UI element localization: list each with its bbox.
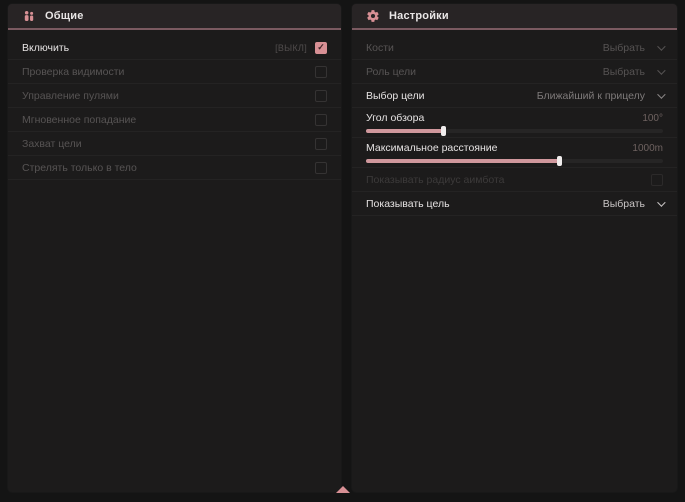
toggle-controls — [315, 90, 327, 102]
slider-row: Максимальное расстояние 1000m — [352, 138, 677, 168]
slider-label: Угол обзора — [366, 112, 424, 124]
toggle-row[interactable]: Управление пулями — [8, 84, 341, 108]
checkbox[interactable] — [315, 138, 327, 150]
dropdown-control: Выбрать — [603, 66, 663, 78]
dropdown-control: Выбрать — [603, 42, 663, 54]
dropdown-control: Выбрать — [603, 198, 663, 210]
toggle-controls — [315, 114, 327, 126]
checkbox-label: Показывать радиус аимбота — [366, 174, 505, 186]
toggle-row[interactable]: Стрелять только в тело — [8, 156, 341, 180]
checkbox[interactable] — [315, 90, 327, 102]
dropdown-label: Роль цели — [366, 66, 416, 78]
keybind-badge[interactable]: [ВЫКЛ] — [275, 43, 307, 53]
dropdown-control: Ближайший к прицелу — [537, 90, 663, 102]
toggle-row[interactable]: Проверка видимости — [8, 60, 341, 84]
checkbox[interactable] — [651, 174, 663, 186]
slider-value: 100° — [642, 113, 663, 124]
dropdown-row[interactable]: Кости Выбрать — [352, 36, 677, 60]
dropdown-label: Показывать цель — [366, 198, 450, 210]
toggle-controls: [ВЫКЛ] ✓ — [275, 42, 327, 54]
users-icon — [21, 9, 36, 24]
checkbox[interactable] — [315, 162, 327, 174]
slider-fill — [366, 129, 443, 133]
settings-panel: Настройки Кости Выбрать Роль цели Выбрать Вы… — [352, 4, 677, 492]
slider-track[interactable] — [366, 159, 663, 163]
toggle-label: Управление пулями — [22, 90, 119, 102]
toggle-label: Мгновенное попадание — [22, 114, 136, 126]
dropdown-row[interactable]: Роль цели Выбрать — [352, 60, 677, 84]
toggle-label: Захват цели — [22, 138, 82, 150]
checkbox-control — [651, 174, 663, 186]
chevron-down-icon[interactable] — [657, 90, 665, 98]
gear-icon — [365, 9, 380, 24]
slider-labels: Угол обзора 100° — [366, 111, 663, 125]
checkbox[interactable] — [315, 66, 327, 78]
toggle-row[interactable]: Включить [ВЫКЛ] ✓ — [8, 36, 341, 60]
up-triangle-icon[interactable] — [336, 486, 350, 493]
dropdown-row[interactable]: Показывать цель Выбрать — [352, 192, 677, 216]
dropdown-label: Выбор цели — [366, 90, 425, 102]
toggle-controls — [315, 138, 327, 150]
toggle-label: Включить — [22, 42, 69, 54]
panel-title: Настройки — [389, 10, 449, 22]
dropdown-value[interactable]: Выбрать — [603, 66, 645, 78]
checkbox[interactable]: ✓ — [315, 42, 327, 54]
slider-row: Угол обзора 100° — [352, 108, 677, 138]
general-rows: Включить [ВЫКЛ] ✓ Проверка видимости Управле… — [8, 30, 341, 180]
slider-value: 1000m — [632, 143, 663, 154]
panel-title: Общие — [45, 10, 84, 22]
dropdown-value[interactable]: Ближайший к прицелу — [537, 90, 645, 102]
settings-rows: Кости Выбрать Роль цели Выбрать Выбор цели Бл… — [352, 30, 677, 216]
toggle-row[interactable]: Мгновенное попадание — [8, 108, 341, 132]
chevron-down-icon[interactable] — [657, 198, 665, 206]
general-panel: Общие Включить [ВЫКЛ] ✓ Проверка видимости У… — [8, 4, 341, 492]
chevron-down-icon[interactable] — [657, 66, 665, 74]
dropdown-value[interactable]: Выбрать — [603, 198, 645, 210]
slider-handle[interactable] — [441, 126, 446, 136]
toggle-label: Стрелять только в тело — [22, 162, 137, 174]
settings-panel-header: Настройки — [352, 4, 677, 30]
slider-handle[interactable] — [557, 156, 562, 166]
general-panel-header: Общие — [8, 4, 341, 30]
slider-labels: Максимальное расстояние 1000m — [366, 141, 663, 155]
slider-fill — [366, 159, 559, 163]
chevron-down-icon[interactable] — [657, 42, 665, 50]
dropdown-row[interactable]: Выбор цели Ближайший к прицелу — [352, 84, 677, 108]
toggle-controls — [315, 162, 327, 174]
toggle-controls — [315, 66, 327, 78]
toggle-label: Проверка видимости — [22, 66, 124, 78]
dropdown-value[interactable]: Выбрать — [603, 42, 645, 54]
slider-label: Максимальное расстояние — [366, 142, 497, 154]
slider-track[interactable] — [366, 129, 663, 133]
dropdown-label: Кости — [366, 42, 394, 54]
checkbox-row[interactable]: Показывать радиус аимбота — [352, 168, 677, 192]
checkbox[interactable] — [315, 114, 327, 126]
toggle-row[interactable]: Захват цели — [8, 132, 341, 156]
